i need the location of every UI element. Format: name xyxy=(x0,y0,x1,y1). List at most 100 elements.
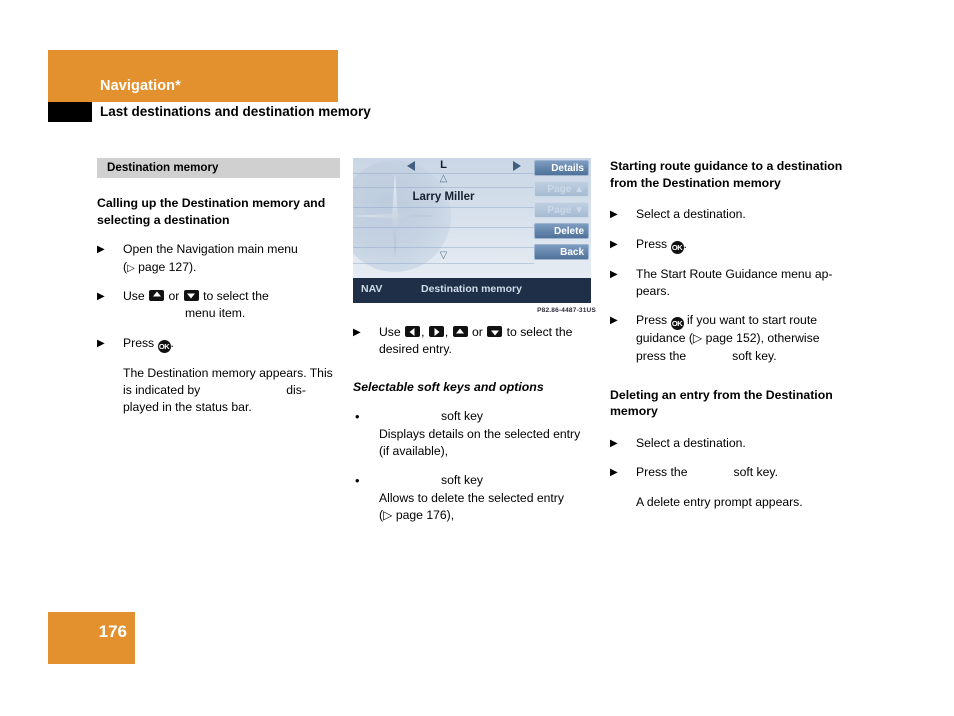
step-tail: to select the xyxy=(203,288,269,303)
subsection-bar: Destination memory xyxy=(97,158,340,178)
step-conjunction: or xyxy=(168,288,180,303)
status-mode-tag: NAV xyxy=(361,283,383,295)
arrow-left-key-icon xyxy=(405,326,421,337)
scroll-up-icon[interactable]: △ xyxy=(353,174,534,184)
letter-selector-row[interactable]: L xyxy=(353,158,534,174)
black-marker-tab xyxy=(48,102,92,122)
right-heading-1: Starting route guidance to a destination… xyxy=(610,159,843,190)
page-title: Last destinations and destination memory xyxy=(100,104,371,119)
ok-button-icon: OK xyxy=(670,240,684,254)
chapter-title: Navigation* xyxy=(100,78,181,94)
step-line-b: soft key. xyxy=(733,465,778,480)
selected-letter: L xyxy=(440,159,447,171)
triangle-bullet-icon: ▶ xyxy=(97,244,105,256)
option-desc-1: Allows to delete the selected entry xyxy=(379,490,564,505)
softkey-delete[interactable]: Delete xyxy=(534,223,589,239)
option-desc-2: (if available), xyxy=(379,443,449,458)
arrow-up-key-icon xyxy=(452,326,468,337)
step-line-3a: press the xyxy=(636,348,687,363)
step-line-2b: page 152), otherwise xyxy=(702,331,820,346)
note-line-3: played in the status bar. xyxy=(123,400,252,415)
navigation-screenshot: L △ Larry Miller ▽ Details Page ▲ Page ▼ xyxy=(353,158,591,303)
step-second-line: desired entry. xyxy=(379,342,452,357)
step-line-1b: if you want to start route xyxy=(686,313,818,328)
step-line-a: Press the xyxy=(636,465,688,480)
note-line-2b: dis- xyxy=(286,382,306,397)
left-body-note: The Destination memory appears. This is … xyxy=(97,365,340,417)
right-column: Starting route guidance to a destination… xyxy=(610,158,858,523)
dot-bullet-icon: • xyxy=(355,409,360,425)
step-conjunction: or xyxy=(472,325,483,339)
arrow-right-key-icon xyxy=(428,326,444,337)
step-text: Select a destination. xyxy=(636,436,746,451)
triangle-bullet-icon: ▶ xyxy=(97,290,105,302)
scroll-down-icon[interactable]: ▽ xyxy=(353,251,534,261)
list-item: ▶ Use , , or to select the desired entry… xyxy=(353,324,596,359)
right-heading-2: Deleting an entry from the Destination m… xyxy=(610,387,833,419)
mid-subheading: Selectable soft keys and options xyxy=(353,379,544,394)
step-line-1a: Press xyxy=(636,313,668,328)
step-tail: . xyxy=(683,236,687,251)
status-title: Destination memory xyxy=(421,283,522,295)
scroll-down-row[interactable]: ▽ xyxy=(353,248,534,264)
step-text: The Start Route Guidance menu ap-pears. xyxy=(636,266,833,298)
step-text: Press xyxy=(123,335,155,350)
triangle-bullet-icon: ▶ xyxy=(610,438,618,450)
nav-status-bar: NAV Destination memory xyxy=(353,278,591,303)
page-ref-icon: ▷ xyxy=(692,331,703,346)
page-ref-icon: ▷ xyxy=(127,262,135,274)
triangle-bullet-icon: ▶ xyxy=(353,327,361,338)
step-sep: , xyxy=(421,325,425,339)
triangle-bullet-icon: ▶ xyxy=(610,467,618,479)
step-line-2a: guidance ( xyxy=(636,331,693,346)
ok-button-icon: OK xyxy=(157,339,171,353)
list-item: ▶ The Start Route Guidance menu ap-pears… xyxy=(610,266,858,301)
list-item: • soft key Allows to delete the selected… xyxy=(353,472,596,524)
figure-id: P82.86-4487-31US xyxy=(537,307,596,314)
step-tail: . xyxy=(170,335,174,350)
step-text: Use xyxy=(379,325,401,339)
left-column: Destination memory Calling up the Destin… xyxy=(97,158,340,428)
nav-empty-row[interactable] xyxy=(353,228,534,248)
list-item: ▶ Press the soft key. xyxy=(610,464,858,481)
softkey-page-up: Page ▲ xyxy=(534,181,589,197)
left-heading: Calling up the Destination memory and se… xyxy=(97,196,326,227)
triangle-bullet-icon: ▶ xyxy=(97,337,105,349)
destination-entry: Larry Miller xyxy=(412,191,475,203)
nav-empty-row[interactable] xyxy=(353,208,534,228)
page-ref-text: page 127). xyxy=(134,259,197,274)
triangle-bullet-icon: ▶ xyxy=(610,209,618,221)
step-text: Press xyxy=(636,236,668,251)
step-second-line: menu item. xyxy=(185,306,246,321)
triangle-bullet-icon: ▶ xyxy=(610,315,618,327)
arrow-down-key-icon xyxy=(487,326,503,337)
list-item: ▶ Press OK if you want to start route gu… xyxy=(610,312,858,365)
triangle-bullet-icon: ▶ xyxy=(610,238,618,250)
note-line-2a: is indicated by xyxy=(123,382,201,397)
list-item: ▶ Use or to select the menu item. xyxy=(97,288,340,323)
nav-entry-row[interactable]: Larry Miller xyxy=(353,188,534,208)
option-desc-2-post: page 176), xyxy=(392,507,455,522)
right-note: A delete entry prompt appears. xyxy=(636,494,803,509)
scroll-up-row[interactable]: △ xyxy=(353,174,534,188)
list-item: ▶ Select a destination. xyxy=(610,206,858,223)
option-suffix: soft key xyxy=(441,409,483,424)
softkey-details[interactable]: Details xyxy=(534,160,589,176)
option-desc-1: Displays details on the selected entry xyxy=(379,426,581,441)
step-text: Use xyxy=(123,288,145,303)
list-item: ▶ Open the Navigation main menu (▷ page … xyxy=(97,241,340,276)
note-line-1: The Destination memory appears. This xyxy=(123,365,333,380)
nav-rows: L △ Larry Miller ▽ xyxy=(353,158,534,278)
triangle-right-icon[interactable] xyxy=(513,161,521,171)
dot-bullet-icon: • xyxy=(355,473,360,489)
list-item: ▶ Press OK. xyxy=(610,236,858,254)
step-line-3b: soft key. xyxy=(732,348,777,363)
arrow-up-key-icon xyxy=(149,289,165,301)
chapter-band: Navigation* xyxy=(48,50,338,102)
nav-list-area: L △ Larry Miller ▽ Details Page ▲ Page ▼ xyxy=(353,158,591,278)
softkey-back[interactable]: Back xyxy=(534,244,589,260)
list-item: ▶ Press OK. xyxy=(97,335,340,353)
step-tail: to select the xyxy=(506,325,573,339)
step-text: Select a destination. xyxy=(636,207,746,222)
softkey-page-down: Page ▼ xyxy=(534,202,589,218)
